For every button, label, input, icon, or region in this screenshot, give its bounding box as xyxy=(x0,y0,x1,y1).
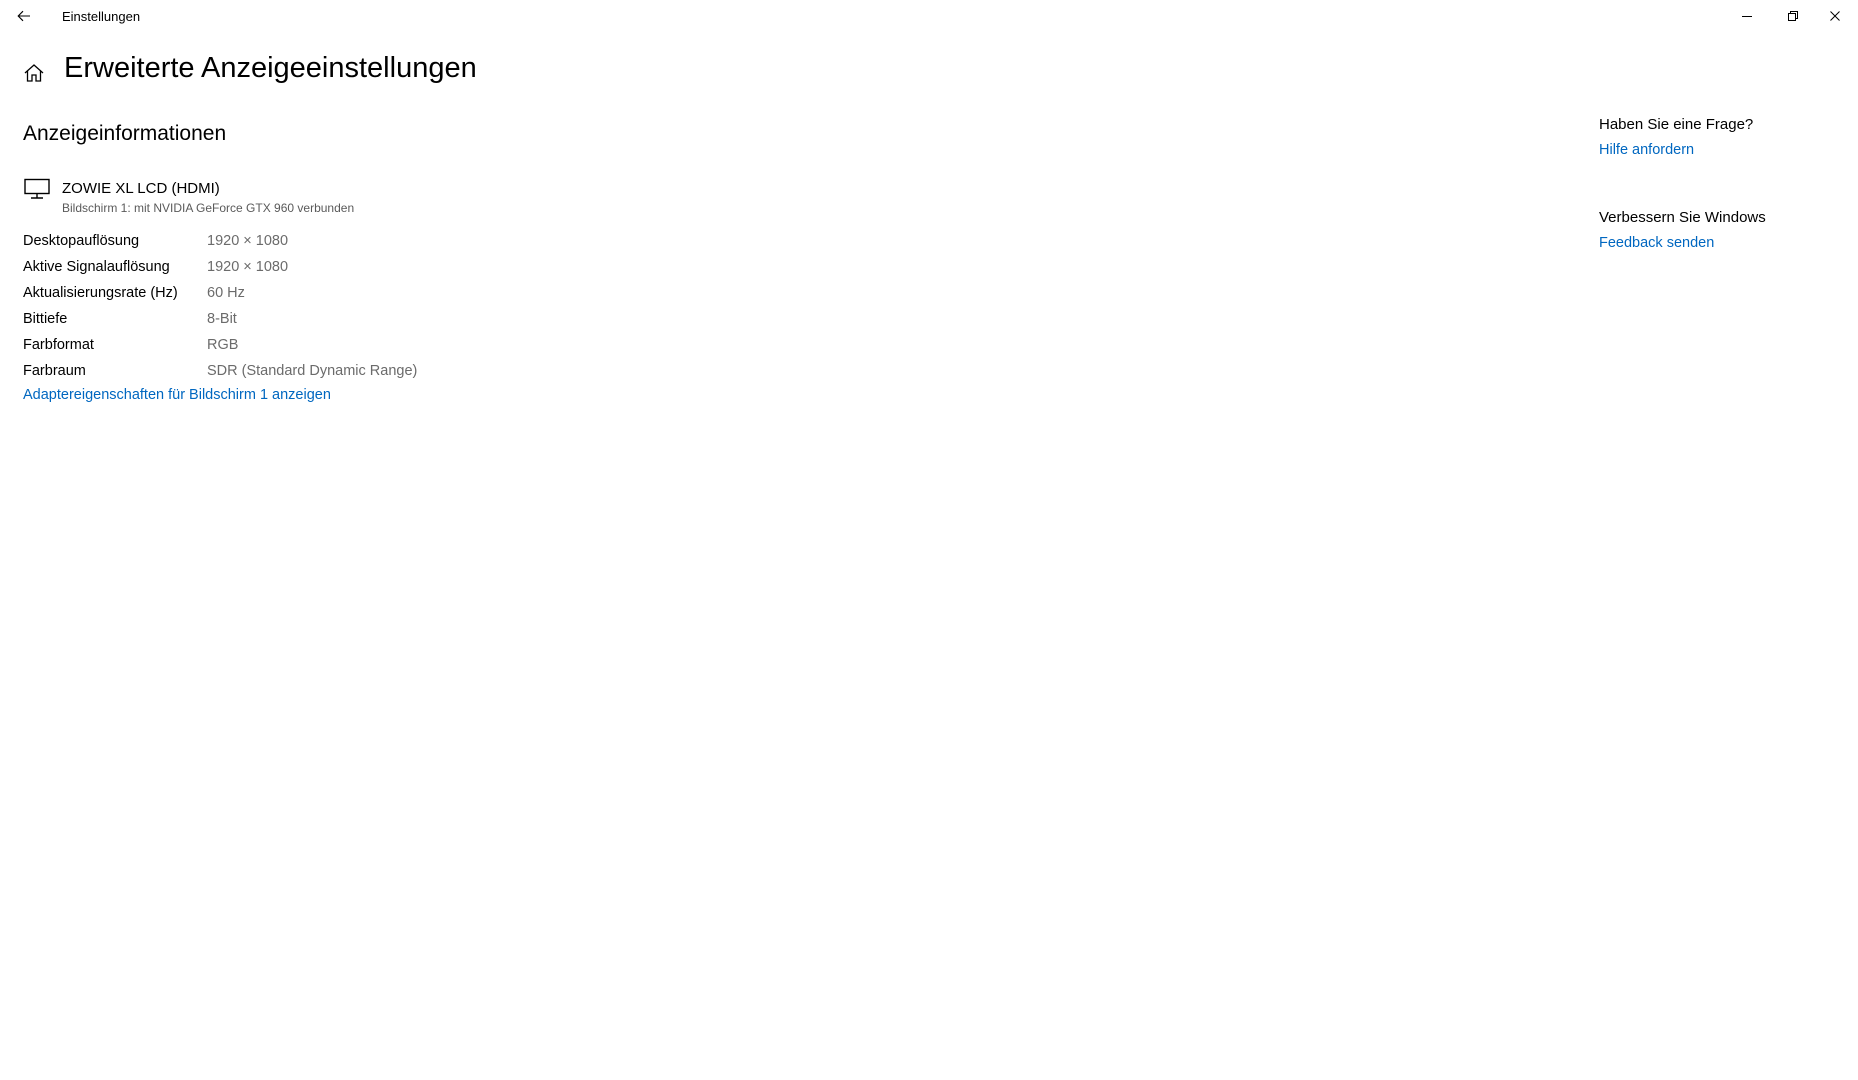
close-button[interactable] xyxy=(1812,0,1858,32)
page-title: Erweiterte Anzeigeeinstellungen xyxy=(64,52,477,84)
get-help-link[interactable]: Hilfe anfordern xyxy=(1599,142,1839,158)
help-group: Haben Sie eine Frage? Hilfe anfordern xyxy=(1599,116,1839,158)
close-icon xyxy=(1830,11,1840,21)
info-value: RGB xyxy=(207,337,239,353)
info-value: 1920 × 1080 xyxy=(207,259,289,275)
home-button[interactable] xyxy=(20,59,48,87)
monitor-connection-info: Bildschirm 1: mit NVIDIA GeForce GTX 960… xyxy=(62,201,355,215)
feedback-group: Verbessern Sie Windows Feedback senden xyxy=(1599,209,1839,251)
info-label: Farbraum xyxy=(23,363,86,379)
related-help-panel: Haben Sie eine Frage? Hilfe anfordern Ve… xyxy=(1599,116,1839,302)
info-label: Aktive Signalauflösung xyxy=(23,259,170,275)
app-title: Einstellungen xyxy=(62,9,141,24)
info-label: Desktopauflösung xyxy=(23,233,140,249)
info-row-bit-depth: Bittiefe 8-Bit xyxy=(23,306,417,332)
info-label: Aktualisierungsrate (Hz) xyxy=(23,285,178,301)
back-arrow-icon xyxy=(17,10,30,22)
info-value: SDR (Standard Dynamic Range) xyxy=(207,363,418,379)
info-value: 1920 × 1080 xyxy=(207,233,289,249)
home-icon xyxy=(24,64,44,82)
improve-windows-heading: Verbessern Sie Windows xyxy=(1599,209,1766,226)
adapter-properties-link[interactable]: Adaptereigenschaften für Bildschirm 1 an… xyxy=(23,387,331,403)
restore-icon xyxy=(1788,11,1798,21)
info-row-color-format: Farbformat RGB xyxy=(23,332,417,358)
section-title: Anzeigeinformationen xyxy=(23,122,227,145)
info-value: 60 Hz xyxy=(207,285,245,301)
monitor-icon xyxy=(24,178,50,199)
minimize-button[interactable] xyxy=(1724,0,1770,32)
info-row-color-space: Farbraum SDR (Standard Dynamic Range) xyxy=(23,358,417,384)
title-bar: Einstellungen xyxy=(0,0,1858,32)
info-value: 8-Bit xyxy=(207,311,237,327)
send-feedback-link[interactable]: Feedback senden xyxy=(1599,235,1839,251)
back-button[interactable] xyxy=(0,0,48,32)
info-row-active-signal-resolution: Aktive Signalauflösung 1920 × 1080 xyxy=(23,254,417,280)
info-label: Bittiefe xyxy=(23,311,68,327)
minimize-icon xyxy=(1742,16,1752,17)
display-info-table: Desktopauflösung 1920 × 1080 Aktive Sign… xyxy=(23,228,417,384)
restore-button[interactable] xyxy=(1770,0,1816,32)
monitor-name: ZOWIE XL LCD (HDMI) xyxy=(62,180,220,197)
info-label: Farbformat xyxy=(23,337,94,353)
info-row-desktop-resolution: Desktopauflösung 1920 × 1080 xyxy=(23,228,417,254)
question-heading: Haben Sie eine Frage? xyxy=(1599,116,1754,133)
info-row-refresh-rate: Aktualisierungsrate (Hz) 60 Hz xyxy=(23,280,417,306)
